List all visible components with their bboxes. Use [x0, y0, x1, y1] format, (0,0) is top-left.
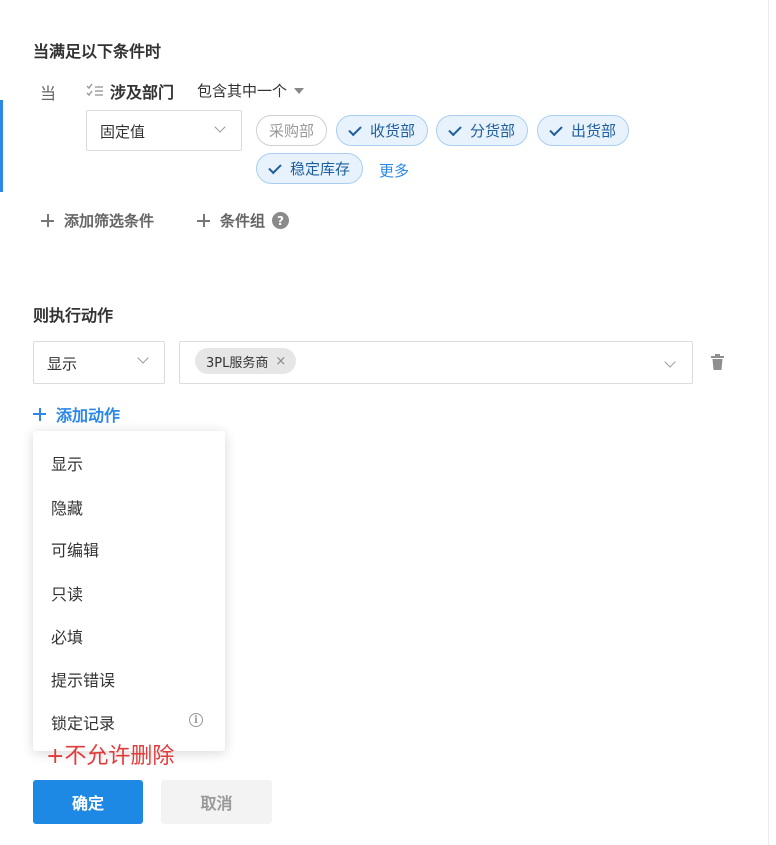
- chevron-down-icon: [664, 356, 676, 368]
- menu-item-editable[interactable]: 可编辑: [51, 537, 99, 561]
- add-filter-label: 添加筛选条件: [64, 212, 155, 230]
- action-type-label: 显示: [47, 355, 78, 373]
- option-tag-distribution[interactable]: 分货部: [436, 115, 529, 146]
- confirm-button[interactable]: 确定: [33, 780, 143, 824]
- menu-item-lock-record[interactable]: 锁定记录: [51, 710, 115, 734]
- selected-value-label: 3PL服务商: [206, 355, 269, 371]
- option-tag-shipping[interactable]: 出货部: [537, 115, 630, 146]
- plus-icon: [33, 407, 46, 421]
- annotation-note: +不允许删除: [46, 744, 175, 769]
- action-type-select[interactable]: 显示: [33, 341, 165, 384]
- add-action-label: 添加动作: [56, 406, 121, 425]
- option-tag-receiving[interactable]: 收货部: [336, 115, 429, 146]
- operator-select[interactable]: 包含其中一个: [197, 80, 305, 101]
- help-icon[interactable]: ?: [272, 212, 290, 229]
- remove-tag-icon[interactable]: ×: [275, 354, 286, 369]
- check-icon: [268, 160, 282, 174]
- plus-icon: [41, 214, 54, 227]
- option-tag-label: 稳定库存: [290, 160, 351, 178]
- info-icon[interactable]: i: [189, 713, 203, 727]
- menu-item-readonly[interactable]: 只读: [51, 581, 83, 605]
- option-tag-label: 收货部: [370, 122, 416, 140]
- plus-icon: [197, 214, 210, 227]
- option-tag-label: 出货部: [571, 122, 617, 140]
- condition-section-title: 当满足以下条件时: [33, 42, 162, 61]
- check-icon: [348, 122, 362, 136]
- trash-icon[interactable]: [711, 354, 724, 370]
- field-type-icon: [86, 83, 103, 97]
- selected-value-tag: 3PL服务商 ×: [195, 348, 297, 374]
- right-divider: [768, 0, 769, 845]
- value-type-select[interactable]: 固定值: [86, 110, 242, 151]
- caret-down-icon: [294, 87, 305, 94]
- option-tag-label: 分货部: [470, 122, 516, 140]
- chevron-down-icon: [214, 121, 226, 133]
- menu-item-required[interactable]: 必填: [51, 624, 83, 648]
- left-active-indicator: [0, 100, 3, 192]
- add-filter-button[interactable]: 添加筛选条件: [41, 210, 154, 231]
- when-label: 当: [40, 84, 57, 103]
- add-group-label: 条件组: [220, 212, 266, 230]
- option-tag-stable-stock[interactable]: 稳定库存: [256, 153, 364, 184]
- more-options-link[interactable]: 更多: [379, 160, 409, 181]
- value-type-label: 固定值: [100, 123, 146, 141]
- operator-label: 包含其中一个: [197, 82, 288, 100]
- condition-field-name: 涉及部门: [110, 83, 175, 102]
- add-action-button[interactable]: 添加动作: [33, 402, 120, 426]
- chevron-down-icon: [137, 352, 149, 364]
- option-tag-label: 采购部: [269, 122, 315, 140]
- add-condition-group-button[interactable]: 条件组 ?: [197, 210, 290, 231]
- menu-item-show[interactable]: 显示: [51, 451, 83, 475]
- action-section-title: 则执行动作: [33, 306, 114, 325]
- check-icon: [448, 122, 462, 136]
- menu-item-hide[interactable]: 隐藏: [51, 495, 83, 519]
- menu-item-show-error[interactable]: 提示错误: [51, 667, 115, 691]
- action-dropdown-menu: 显示 隐藏 可编辑 只读 必填 提示错误 锁定记录 i: [33, 431, 225, 751]
- check-icon: [549, 122, 563, 136]
- option-tag-purchasing[interactable]: 采购部: [256, 115, 328, 146]
- cancel-button[interactable]: 取消: [161, 780, 272, 824]
